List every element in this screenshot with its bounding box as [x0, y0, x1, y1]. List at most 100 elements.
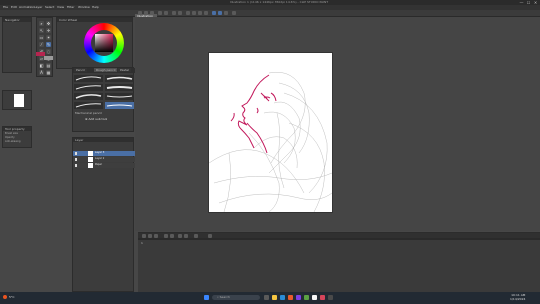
brush-item[interactable] — [74, 93, 103, 100]
weather-temp: 5°C — [9, 295, 15, 299]
app-icon[interactable] — [312, 295, 317, 300]
sub-tool-panel: Pencil Rough pencil Pastel Mechanical pe… — [72, 67, 135, 132]
eye-icon[interactable] — [75, 164, 77, 167]
brush-stroke-preview — [75, 103, 102, 108]
tool-property-panel: Tool property Brush size Opacity Anti-al… — [2, 126, 32, 148]
track-icon[interactable] — [184, 233, 188, 238]
brush-item[interactable] — [105, 84, 134, 91]
layer-panel: Layer Layer 3 Layer 2 Paper — [72, 137, 135, 292]
auto-select-icon[interactable]: ✶ — [46, 35, 51, 40]
snap-ruler-icon[interactable] — [218, 11, 222, 15]
selection-tool-icon[interactable]: ▭ — [39, 35, 44, 40]
brush-stroke-preview — [75, 85, 102, 90]
brush-item[interactable] — [105, 75, 134, 82]
zoom-icon[interactable] — [208, 233, 212, 238]
brush-stroke-preview — [106, 76, 133, 80]
onion-skin-icon[interactable] — [170, 233, 174, 238]
deselect-icon[interactable] — [186, 11, 190, 15]
text-tool-icon[interactable]: A — [39, 70, 44, 75]
new-cel-icon[interactable] — [164, 233, 168, 238]
layer-row-selected[interactable]: Layer 3 — [73, 151, 135, 156]
windows-start-icon[interactable] — [204, 295, 209, 300]
layer-move-icon[interactable]: ✛ — [46, 28, 51, 33]
play-icon[interactable] — [142, 233, 146, 238]
canvas-paper[interactable] — [208, 53, 333, 213]
sketch-drawing — [208, 72, 333, 213]
keyframe-icon[interactable] — [178, 233, 182, 238]
brush-name: Mechanical pencil — [75, 111, 102, 115]
brush-stroke-preview — [75, 94, 102, 99]
brush-item[interactable] — [74, 84, 103, 91]
weather-icon[interactable] — [3, 295, 7, 299]
spotify-icon[interactable] — [304, 295, 309, 300]
clock[interactable]: 10:11 AM 1/14/2024 — [510, 293, 526, 301]
add-sub-tool-button[interactable]: ⊕ Add sub tool — [85, 117, 125, 121]
property-antialiasing[interactable]: Anti-aliasing — [5, 140, 29, 144]
zoom-tool-icon[interactable]: ⌕ — [39, 21, 44, 26]
brush-item[interactable] — [74, 75, 103, 82]
brush-stroke-preview — [106, 86, 133, 89]
transform-icon[interactable] — [178, 11, 182, 15]
eyedropper-icon[interactable]: ⁄ — [39, 42, 44, 47]
clock-date: 1/14/2024 — [510, 296, 526, 301]
brush-stroke-preview — [75, 76, 102, 81]
firefox-icon[interactable] — [288, 295, 293, 300]
task-view-icon[interactable] — [264, 295, 269, 300]
tab-pencil[interactable]: Pencil — [74, 68, 87, 72]
edge-icon[interactable] — [280, 295, 285, 300]
search-placeholder: Search — [219, 295, 230, 299]
snap-icon[interactable] — [212, 11, 216, 15]
clear-icon[interactable] — [172, 11, 176, 15]
pencil-tool-icon[interactable]: ✎ — [46, 42, 51, 47]
layer-name: Paper — [95, 163, 103, 166]
brush-name-list: Mechanical pencil — [75, 111, 133, 115]
prev-frame-icon[interactable] — [148, 233, 152, 238]
color-swatches — [36, 52, 54, 61]
next-frame-icon[interactable] — [154, 233, 158, 238]
frame-number: 1 — [141, 241, 143, 245]
gradient-icon[interactable]: ▤ — [46, 63, 51, 68]
layer-thumbnail — [88, 157, 93, 162]
color-panel: Color Wheel — [56, 17, 133, 69]
layer-name: Layer 3 — [95, 151, 105, 154]
grid-icon[interactable] — [224, 11, 228, 15]
color-wheel[interactable] — [84, 23, 124, 63]
move-tool-icon[interactable]: ✥ — [46, 21, 51, 26]
command-bar — [0, 10, 540, 17]
canvas-area[interactable] — [135, 17, 540, 231]
toolbar: ⌕ ✥ ↖ ✛ ▭ ✶ ⁄ ✎ ✐ ◌ ▱ ◍ ◧ ▤ A ▦ — [36, 17, 53, 77]
saturation-square[interactable] — [95, 34, 113, 52]
tab-rough-pencil[interactable]: Rough pencil — [94, 68, 118, 72]
layer-row[interactable]: Paper — [73, 163, 135, 168]
color-panel-title: Color Wheel — [57, 18, 132, 22]
file-explorer-icon[interactable] — [272, 295, 277, 300]
invert-icon[interactable] — [192, 11, 196, 15]
clip-studio-icon[interactable] — [320, 295, 325, 300]
operation-tool-icon[interactable]: ↖ — [39, 28, 44, 33]
store-icon[interactable] — [328, 295, 333, 300]
layer-row[interactable]: Layer 2 — [73, 157, 135, 162]
brush-stroke-preview — [106, 104, 133, 107]
ruler-icon[interactable]: ▦ — [46, 70, 51, 75]
navigator-panel — [2, 90, 32, 110]
brush-item-selected[interactable] — [105, 102, 134, 109]
navigator-thumbnail[interactable] — [14, 94, 24, 107]
fill-icon[interactable]: ◧ — [39, 63, 44, 68]
discord-icon[interactable] — [296, 295, 301, 300]
eye-icon[interactable] — [75, 158, 77, 161]
navigator-title: Navigator — [3, 18, 31, 22]
shrink-icon[interactable] — [204, 11, 208, 15]
brush-item[interactable] — [105, 93, 134, 100]
color-mode-icon[interactable] — [232, 11, 236, 15]
search-box[interactable]: ⌕ Search — [212, 295, 260, 300]
sub-tool-tabs: Pencil Rough pencil Pastel — [73, 68, 135, 73]
redo-icon[interactable] — [164, 11, 168, 15]
tab-pastel[interactable]: Pastel — [118, 68, 131, 72]
brush-item[interactable] — [74, 102, 103, 109]
sub-color-swatch[interactable] — [44, 56, 53, 60]
undo-icon[interactable] — [158, 11, 162, 15]
layer-thumbnail — [88, 163, 93, 168]
expand-icon[interactable] — [198, 11, 202, 15]
eye-icon[interactable] — [75, 152, 77, 155]
timeline-settings-icon[interactable] — [194, 233, 198, 238]
